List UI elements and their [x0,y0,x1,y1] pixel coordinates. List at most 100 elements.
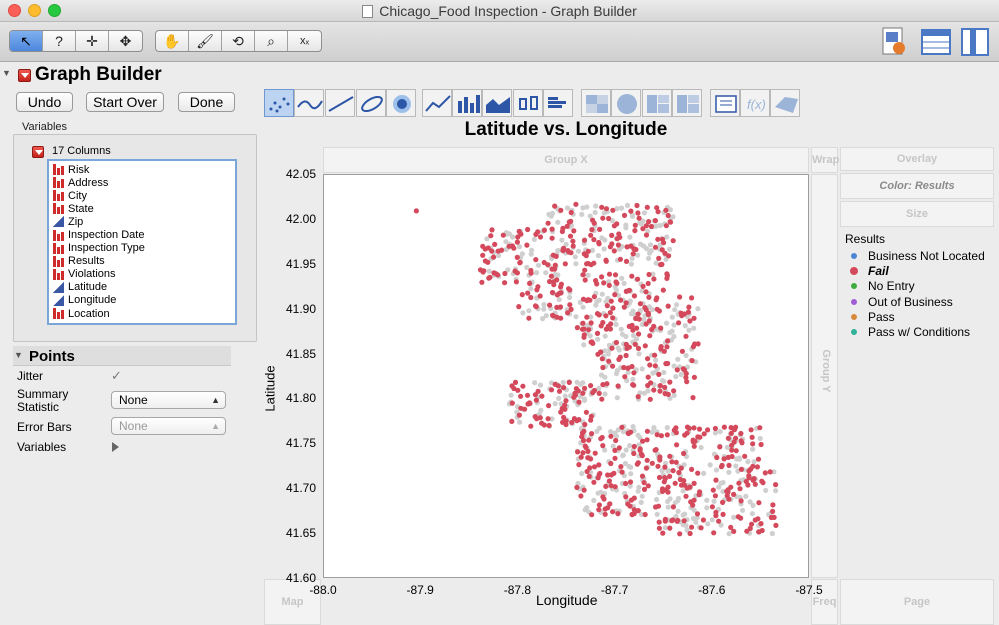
map-shapes-element-icon[interactable] [770,89,800,117]
column-item[interactable]: Location [53,307,235,320]
pass-point [581,342,587,348]
red-triangle-menu-icon[interactable] [18,69,31,82]
start-over-button[interactable]: Start Over [86,92,164,112]
fail-point [689,295,695,301]
fail-point [745,482,751,488]
histogram-element-icon[interactable] [543,89,573,117]
wrap-zone[interactable]: Wrap [811,147,839,173]
arrow-tool-icon[interactable]: ↖ [10,31,43,51]
pass-point [526,308,532,314]
fail-point [591,464,598,470]
annotate-tool-icon[interactable]: xₓ [288,31,321,51]
size-zone[interactable]: Size [840,201,994,227]
data-table-icon[interactable] [921,26,951,58]
column-item[interactable]: Risk [53,163,235,176]
undo-button[interactable]: Undo [16,92,73,112]
pass-point [562,393,568,399]
mosaic-element-icon[interactable] [672,89,702,117]
jitter-label: Jitter [17,369,44,383]
fail-point [487,274,493,280]
bar-element-icon[interactable] [452,89,482,117]
treemap-element-icon[interactable] [642,89,672,117]
help-tool-icon[interactable]: ? [43,31,76,51]
fail-point [584,314,590,320]
color-zone[interactable]: Color: Results [840,173,994,199]
column-item[interactable]: Address [53,176,235,189]
fail-point [606,215,612,222]
area-element-icon[interactable] [482,89,512,117]
scatter-plot[interactable] [323,174,809,578]
columns-menu-icon[interactable] [32,146,44,158]
column-name: Location [68,307,110,320]
fail-point [725,454,731,460]
fail-point [614,236,620,242]
brush-tool-icon[interactable]: 🖌 [189,31,222,51]
column-item[interactable]: Latitude [53,281,235,294]
column-view-icon[interactable] [960,26,990,58]
fail-point [674,442,680,448]
grabber-hand-icon[interactable]: ✋ [156,31,189,51]
box-plot-element-icon[interactable] [513,89,543,117]
caption-box-element-icon[interactable] [710,89,740,117]
pass-point [628,471,634,477]
fail-point [518,393,524,399]
fail-point [718,464,725,470]
lasso-tool-icon[interactable]: ⟲ [222,31,255,51]
summary-statistic-select[interactable]: None ▲ [111,391,226,409]
pass-point [769,530,775,537]
column-list[interactable]: Risk Address City State Zip Inspection Date In… [47,159,237,325]
pie-element-icon[interactable] [611,89,641,117]
column-item[interactable]: City [53,189,235,202]
pass-point [506,231,512,237]
legend-item[interactable]: Business Not Located [851,249,985,263]
pass-point [528,286,534,292]
ellipse-element-icon[interactable] [356,89,386,117]
column-item[interactable]: State [53,202,235,215]
fail-point [758,441,764,448]
line-of-fit-element-icon[interactable] [325,89,355,117]
formula-element-icon[interactable]: f(x) [740,89,770,117]
legend-item[interactable]: Out of Business [851,295,953,309]
fail-point [714,454,720,461]
jitter-checkbox[interactable]: ✓ [111,368,125,383]
overlay-zone[interactable]: Overlay [840,147,994,171]
column-item[interactable]: Inspection Date [53,228,235,241]
legend-item[interactable]: No Entry [851,279,915,293]
crosshair-tool-icon[interactable]: ✛ [76,31,109,51]
disclosure-triangle-icon[interactable]: ▼ [2,68,11,78]
fail-point [584,261,590,267]
smoother-element-icon[interactable] [294,89,324,117]
group-x-zone[interactable]: Group X [323,147,809,173]
line-element-icon[interactable] [422,89,452,117]
expand-variables-icon[interactable] [112,442,119,452]
fail-point [729,447,735,453]
pass-point [533,270,540,276]
fail-point [750,477,756,483]
done-button[interactable]: Done [178,92,235,112]
fail-point [621,212,628,218]
legend-item[interactable]: Fail [850,264,889,278]
column-item[interactable]: Inspection Type [53,242,235,255]
nominal-column-icon [53,255,64,267]
nominal-column-icon [53,203,64,215]
group-y-zone[interactable]: Group Y [811,174,838,578]
contour-element-icon[interactable] [386,89,416,117]
fail-point [567,302,573,308]
column-item[interactable]: Zip [53,215,235,228]
points-disclosure-icon[interactable]: ▼ [14,350,23,360]
legend-item[interactable]: Pass [851,310,895,324]
pass-point [567,294,573,301]
fail-point [489,227,495,233]
heatmap-element-icon[interactable] [581,89,611,117]
fail-point [580,450,586,456]
column-item[interactable]: Results [53,255,235,268]
jmp-home-icon[interactable] [880,26,908,58]
legend-item[interactable]: Pass w/ Conditions [851,325,970,339]
column-item[interactable]: Longitude [53,294,235,307]
column-item[interactable]: Violations [53,268,235,281]
page-zone[interactable]: Page [840,579,994,625]
magnifier-tool-icon[interactable]: ⌕ [255,31,288,51]
fail-point [613,339,619,346]
move-tool-icon[interactable]: ✥ [109,31,142,51]
points-element-icon[interactable] [264,89,294,117]
